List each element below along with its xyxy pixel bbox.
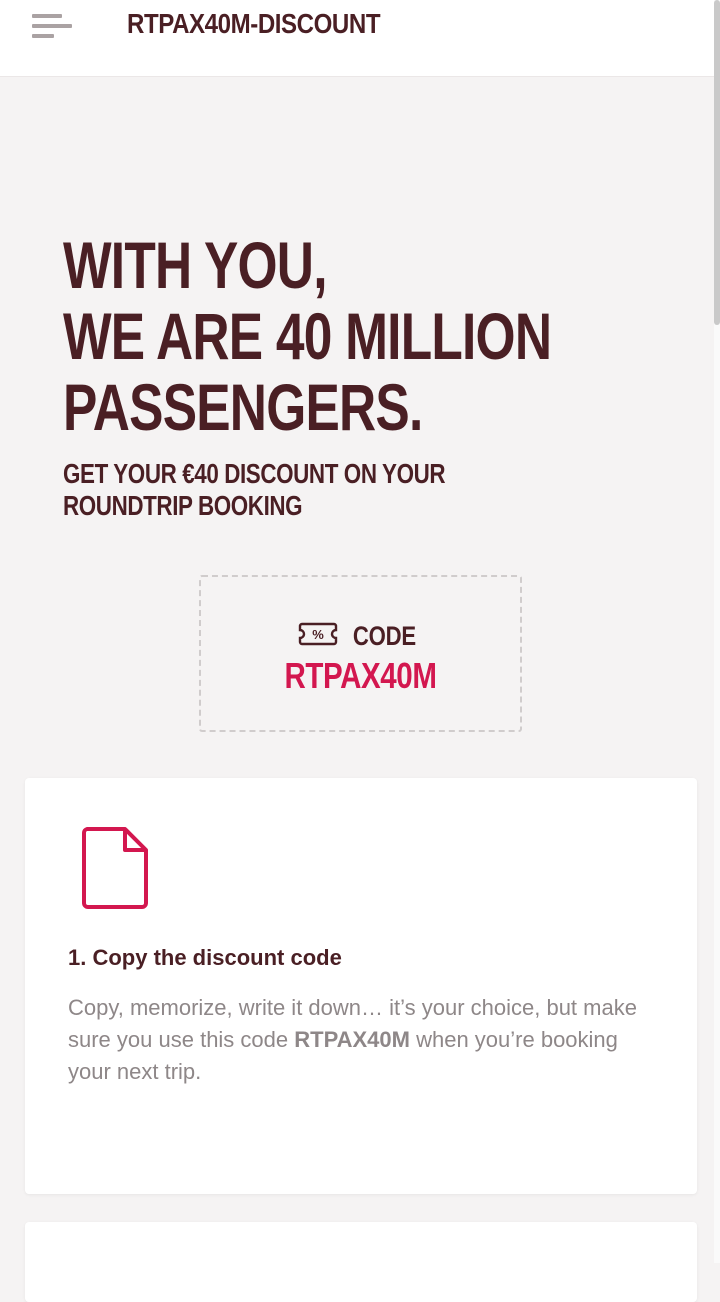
scrollbar[interactable] <box>714 0 720 1263</box>
step-description: Copy, memorize, write it down… it’s your… <box>68 992 658 1088</box>
step-card-next <box>25 1222 697 1302</box>
hamburger-menu-icon[interactable] <box>32 14 72 42</box>
discount-code-value[interactable]: RTPAX40M <box>230 655 492 697</box>
hero-subtitle: GET YOUR €40 DISCOUNT ON YOUR ROUNDTRIP … <box>63 458 446 521</box>
step-card-copy-code: 1. Copy the discount code Copy, memorize… <box>25 778 697 1194</box>
code-label-row: % CODE <box>201 621 520 652</box>
page-title: RTPAX40M-DISCOUNT <box>127 8 381 39</box>
coupon-percent-glyph: % <box>312 627 324 642</box>
hero-title: WITH YOU, WE ARE 40 MILLION PASSENGERS. <box>63 228 552 444</box>
scrollbar-thumb[interactable] <box>714 0 720 325</box>
hero-title-line-1: WITH YOU, <box>63 228 328 302</box>
hero-title-line-3: PASSENGERS. <box>63 370 423 444</box>
top-bar: RTPAX40M-DISCOUNT <box>0 0 714 77</box>
code-label: CODE <box>353 621 416 651</box>
hero-title-line-2: WE ARE 40 MILLION <box>63 299 552 373</box>
coupon-percent-icon: % <box>298 622 338 651</box>
discount-code-box[interactable]: % CODE RTPAX40M <box>199 575 522 732</box>
step-title: 1. Copy the discount code <box>68 945 342 970</box>
document-icon <box>81 826 149 915</box>
step-text-code: RTPAX40M <box>294 1027 410 1052</box>
